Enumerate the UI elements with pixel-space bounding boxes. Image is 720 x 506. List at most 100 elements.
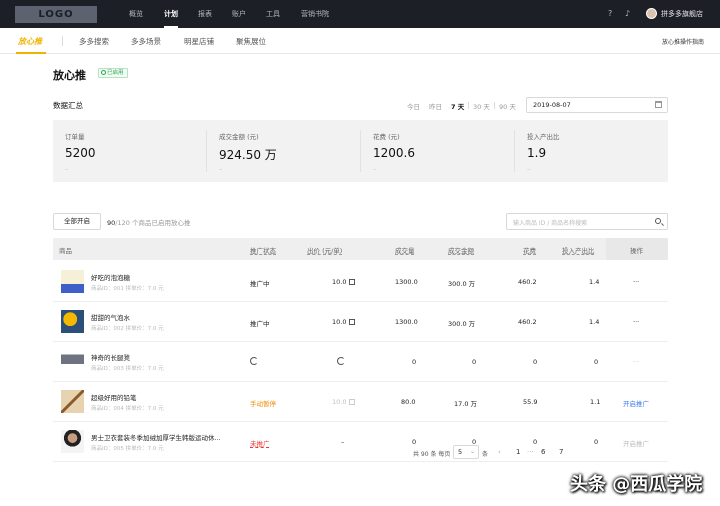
th-volume[interactable]: 成交量: [395, 245, 415, 255]
bid-value-text: 10.0: [332, 318, 347, 326]
date-tab-yesterday[interactable]: 昨日: [429, 101, 442, 111]
metric-label: 花费 (元): [373, 133, 400, 141]
page-size-select[interactable]: 5 ⌄: [453, 445, 479, 459]
page-button[interactable]: 1: [516, 448, 520, 456]
product-name[interactable]: 男士卫衣套装冬季加绒加厚学生韩版运动休...: [91, 432, 221, 442]
nav-item-account[interactable]: 账户: [232, 9, 246, 19]
subnav-item-search[interactable]: 多多搜索: [79, 36, 109, 47]
roi-value: 0: [594, 358, 599, 366]
product-thumbnail[interactable]: [61, 390, 84, 413]
subnav-item-focus-booth[interactable]: 聚焦展位: [236, 36, 266, 47]
th-status[interactable]: 推广状态: [250, 245, 276, 255]
promo-status: 推广中: [250, 320, 270, 328]
help-icon[interactable]: ?: [608, 9, 612, 18]
active-subnav-indicator: [16, 52, 46, 54]
date-picker[interactable]: 2019-08-07: [526, 97, 668, 113]
bid-value-text: 10.0: [332, 398, 347, 406]
date-tab-divider: [468, 102, 469, 109]
bell-icon[interactable]: ♪: [625, 9, 630, 18]
avatar[interactable]: [646, 8, 657, 19]
volume-value: 0: [412, 358, 417, 366]
metric-value: 1.9: [527, 146, 547, 160]
product-meta: 商品ID：001 拼单价：7.0 元: [91, 286, 164, 292]
nav-item-plan[interactable]: 计划: [164, 9, 178, 19]
amount-value: 17.0 万: [454, 400, 478, 408]
cost-value: 0: [533, 438, 538, 446]
metric-sub: –: [219, 166, 222, 173]
th-bid[interactable]: 出价 (元/单): [307, 245, 342, 255]
subnav-brand-tab[interactable]: 放心推: [18, 36, 42, 47]
product-name[interactable]: 甜甜的气泡水: [91, 312, 130, 322]
prev-page-button[interactable]: ‹: [498, 448, 501, 456]
start-promo-button[interactable]: 开启推广: [623, 398, 649, 408]
top-nav-bar: LOGO 概览 计划 报表 账户 工具 营销书院 ? ♪ 拼多多旗舰店: [0, 0, 720, 28]
nav-item-reports[interactable]: 报表: [198, 9, 212, 19]
calendar-icon: [655, 101, 662, 108]
edit-icon[interactable]: [349, 279, 356, 285]
more-actions-button[interactable]: ···: [633, 358, 639, 366]
logo[interactable]: LOGO: [15, 6, 97, 23]
enabled-count-suffix: 个商品已启用放心推: [129, 219, 191, 227]
product-name[interactable]: 神奇的长腿凳: [91, 352, 130, 362]
search-input[interactable]: 输入商品 ID / 商品名称搜索: [506, 213, 668, 230]
volume-value: 1300.0: [395, 278, 418, 286]
product-name[interactable]: 好吃的泡泡糖: [91, 272, 130, 282]
promo-status: 手动暂停: [250, 400, 276, 408]
date-picker-value: 2019-08-07: [533, 101, 571, 109]
date-tab-90d[interactable]: 90 天: [499, 101, 516, 111]
metric-label: 订单量: [65, 133, 85, 141]
page-button[interactable]: 6: [541, 448, 545, 456]
product-thumbnail[interactable]: [61, 430, 84, 453]
product-name[interactable]: 超级好用的铅笔: [91, 392, 137, 402]
nav-item-overview[interactable]: 概览: [129, 9, 143, 19]
metric-value: 5200: [65, 146, 96, 160]
product-thumbnail[interactable]: [61, 350, 84, 373]
table-row: 好吃的泡泡糖 商品ID：001 拼单价：7.0 元 推广中 10.0 1300.…: [53, 262, 668, 302]
subnav-item-star-shop[interactable]: 明星店铺: [184, 36, 214, 47]
th-operation: 操作: [630, 247, 643, 255]
volume-value: 80.0: [401, 398, 416, 406]
roi-value: 1.1: [590, 398, 601, 406]
page-button[interactable]: 7: [559, 448, 563, 456]
date-tab-30d[interactable]: 30 天: [473, 101, 490, 111]
edit-icon[interactable]: [349, 319, 356, 325]
metrics-panel: 订单量 5200 – 成交金额 (元) 924.50 万 – 花费 (元) 12…: [53, 120, 668, 182]
bid-value: 10.0: [332, 398, 356, 406]
enabled-count-total: /120: [115, 219, 130, 227]
th-roi[interactable]: 投入产出比: [562, 245, 595, 255]
th-cost[interactable]: 花费: [523, 245, 536, 255]
cost-value: 460.2: [518, 278, 537, 286]
metric-cost: 花费 (元) 1200.6 –: [361, 120, 513, 182]
amount-value: 300.0 万: [448, 280, 476, 288]
metric-orders: 订单量 5200 –: [53, 120, 205, 182]
page-size-value: 5: [458, 448, 463, 456]
shop-name[interactable]: 拼多多旗舰店: [661, 9, 703, 19]
roi-value: 0: [594, 438, 599, 446]
page-ellipsis[interactable]: ···: [527, 448, 534, 456]
date-tab-today[interactable]: 今日: [407, 101, 420, 111]
amount-value: 0: [472, 358, 477, 366]
search-icon[interactable]: [655, 218, 661, 224]
product-thumbnail[interactable]: [61, 310, 84, 333]
roi-value: 1.4: [589, 278, 600, 286]
more-actions-button[interactable]: ···: [633, 278, 639, 286]
more-actions-button[interactable]: ···: [633, 318, 639, 326]
cost-value: 0: [533, 358, 538, 366]
nav-item-academy[interactable]: 营销书院: [301, 9, 329, 19]
cost-value: 55.9: [523, 398, 538, 406]
status-badge-label: 已启用: [107, 70, 124, 76]
enable-all-button[interactable]: 全部开启: [53, 213, 101, 230]
metric-sub: –: [373, 166, 376, 173]
section-title: 数据汇总: [53, 101, 83, 110]
date-tab-divider: [494, 102, 495, 109]
promo-status: 推广中: [250, 280, 270, 288]
subnav-item-scene[interactable]: 多多场景: [131, 36, 161, 47]
metric-sub: –: [527, 166, 530, 173]
guide-link[interactable]: 放心推操作指南: [662, 37, 704, 46]
th-amount[interactable]: 成交金额: [448, 245, 474, 255]
metric-roi: 投入产出比 1.9 –: [515, 120, 667, 182]
nav-item-tools[interactable]: 工具: [266, 9, 280, 19]
product-thumbnail[interactable]: [61, 270, 84, 293]
start-promo-button[interactable]: 开启推广: [623, 438, 649, 448]
date-tab-7d[interactable]: 7 天: [451, 101, 464, 111]
